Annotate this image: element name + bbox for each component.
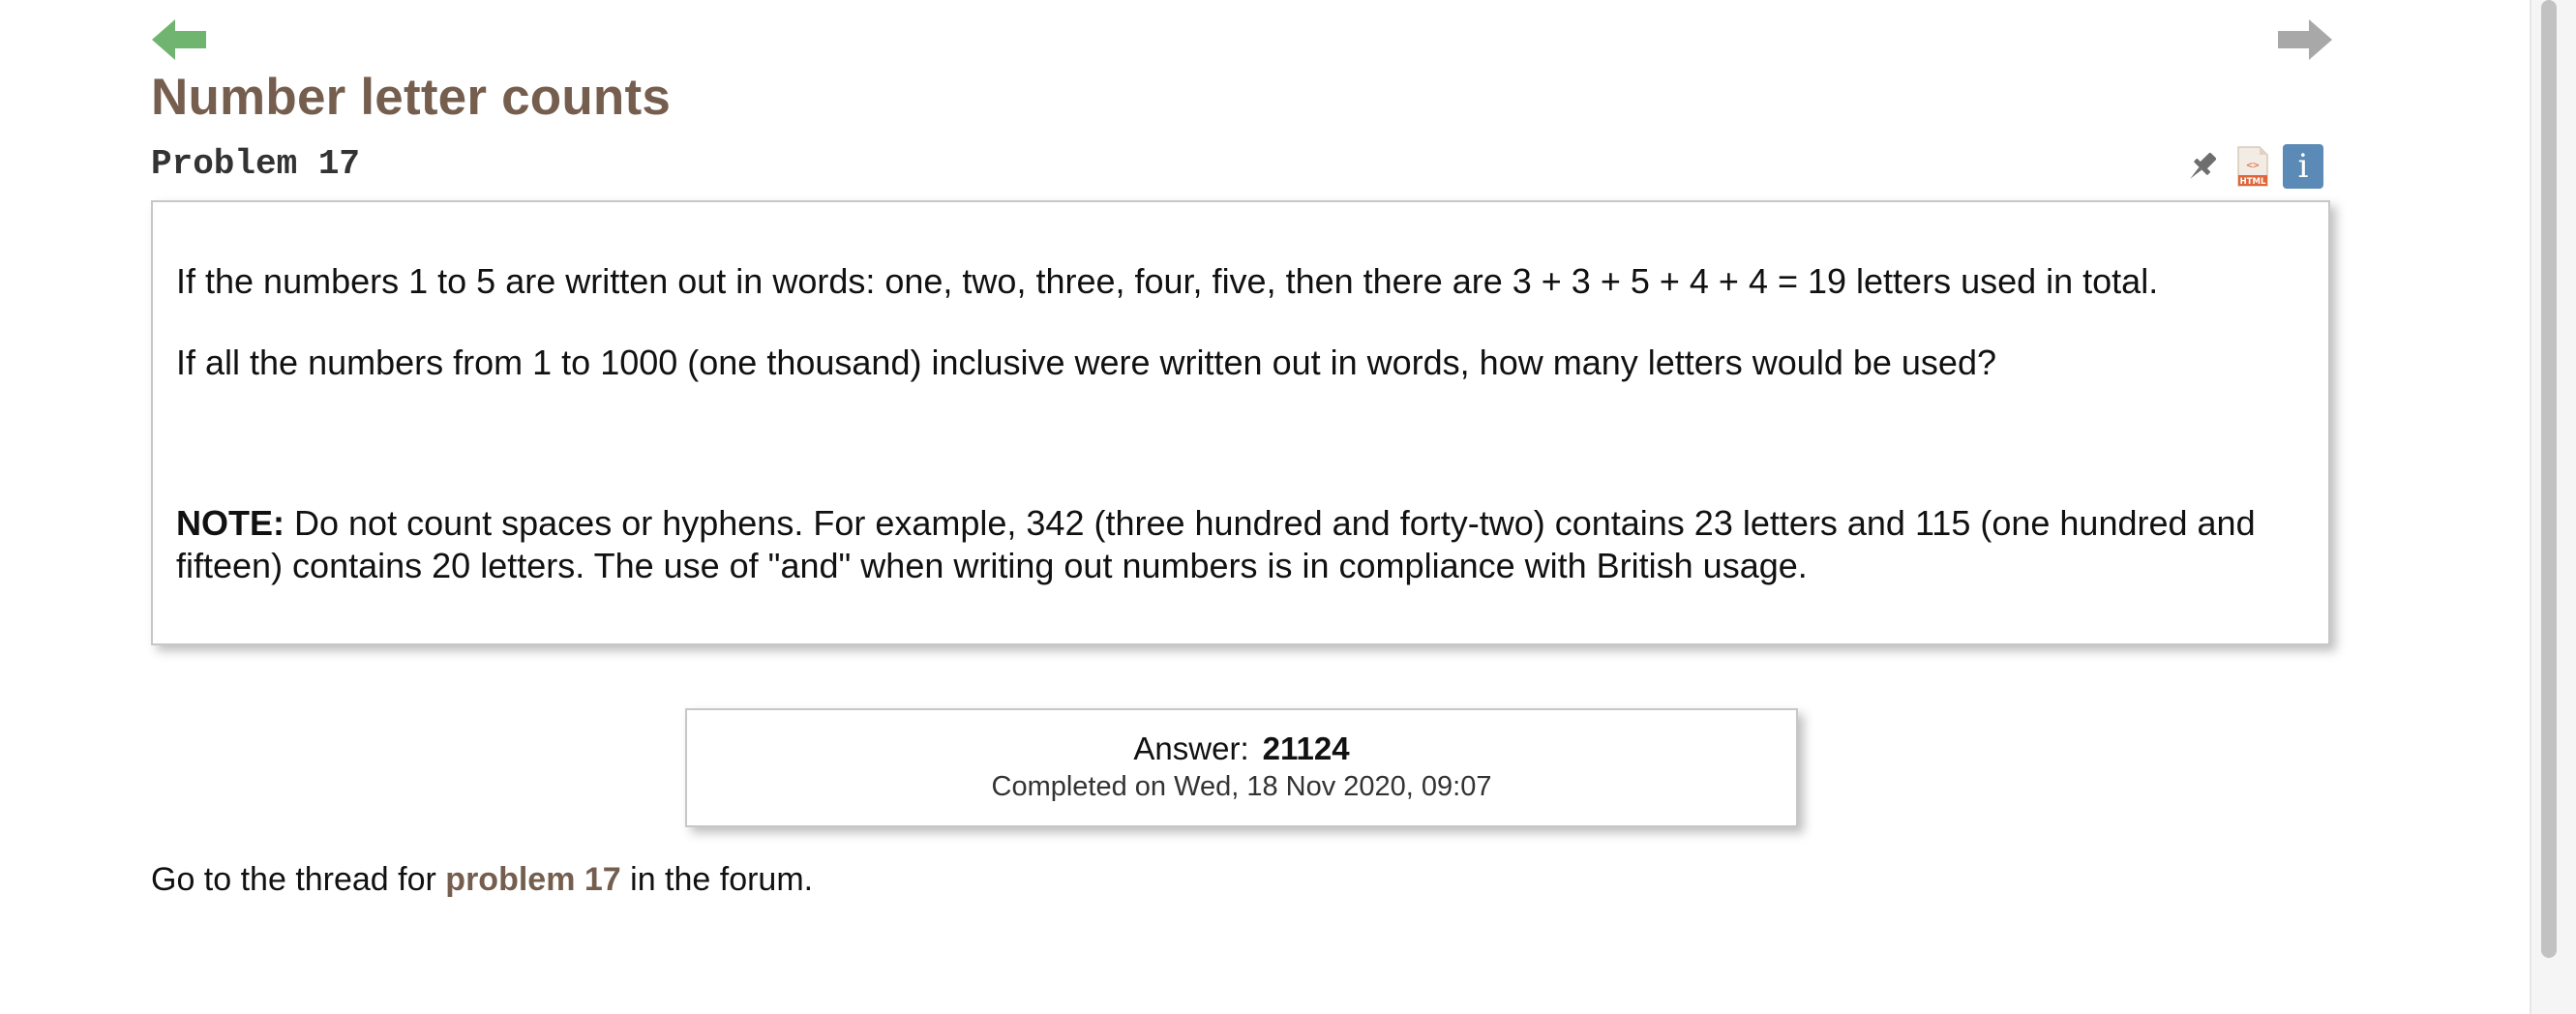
answer-line: Answer: 21124 (687, 730, 1796, 768)
forum-prefix: Go to the thread for (151, 861, 446, 898)
forum-thread-text: Go to the thread for problem 17 in the f… (151, 859, 813, 900)
info-icon: i (2283, 144, 2323, 189)
answer-panel: Answer: 21124 Completed on Wed, 18 Nov 20… (685, 708, 1798, 827)
problem-number: Problem 17 (151, 144, 361, 184)
html-download-button[interactable]: <> HTML (2232, 145, 2273, 188)
answer-label: Answer: (1133, 731, 1249, 766)
arrow-right-icon (2278, 19, 2332, 60)
problem-question: If all the numbers from 1 to 1000 (one t… (176, 343, 1996, 382)
forum-thread-link[interactable]: problem 17 (445, 861, 620, 898)
problem-tools: <> HTML i (2182, 144, 2323, 189)
previous-problem-button[interactable] (150, 17, 208, 62)
problem-paragraph: If the numbers 1 to 5 are written out in… (176, 261, 2159, 301)
forum-suffix: in the forum. (620, 861, 814, 898)
next-problem-button[interactable] (2276, 17, 2334, 62)
page-title: Number letter counts (151, 69, 672, 126)
arrow-left-icon (152, 19, 206, 60)
html-file-icon: <> HTML (2237, 146, 2268, 187)
svg-text:<>: <> (2246, 159, 2260, 171)
html-badge-label: HTML (2240, 177, 2266, 187)
pin-icon (2190, 152, 2217, 179)
answer-value: 21124 (1262, 731, 1350, 766)
pin-button[interactable] (2182, 145, 2223, 188)
completion-date: Completed on Wed, 18 Nov 2020, 09:07 (991, 771, 1492, 802)
note-text: Do not count spaces or hyphens. For exam… (176, 503, 2256, 585)
scrollbar-thumb[interactable] (2541, 0, 2557, 958)
note-label: NOTE: (176, 503, 285, 543)
info-button[interactable]: i (2283, 144, 2323, 189)
page: Number letter counts Problem 17 <> HTML (0, 0, 2576, 1014)
problem-note: NOTE: Do not count spaces or hyphens. Fo… (176, 502, 2305, 587)
problem-content: If the numbers 1 to 5 are written out in… (151, 200, 2330, 645)
